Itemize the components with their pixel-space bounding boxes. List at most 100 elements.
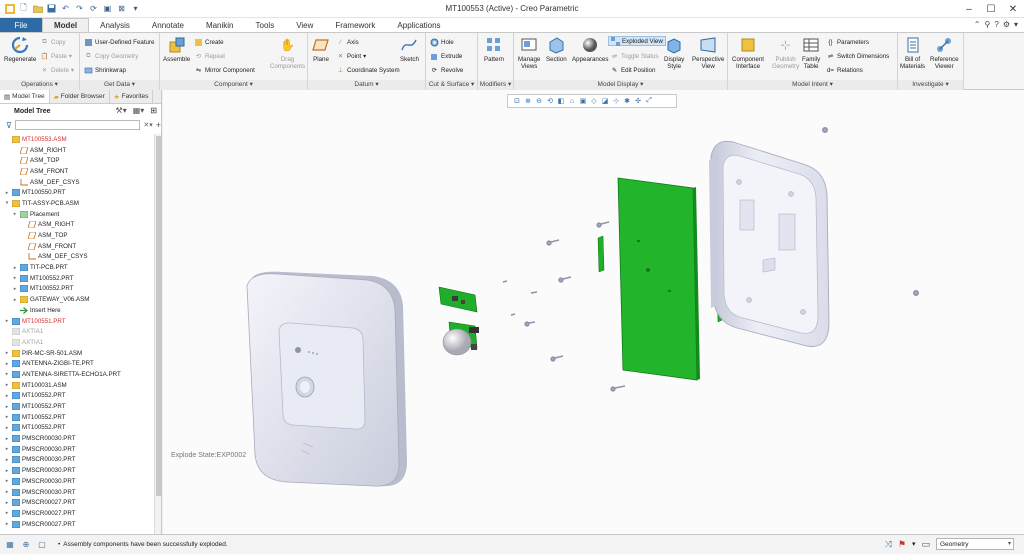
selection-dropdown-icon[interactable]: ▾: [912, 540, 916, 548]
create-button[interactable]: Create: [194, 37, 224, 47]
maximize-icon[interactable]: ☐: [980, 0, 1002, 18]
pattern-button[interactable]: Pattern: [484, 36, 504, 63]
navigator-toggle-icon[interactable]: ▦: [4, 539, 16, 551]
pir-sensor[interactable]: [442, 321, 479, 356]
perspective-view-button[interactable]: Perspective View: [692, 36, 724, 70]
publish-geometry-button[interactable]: ⊹ Publish Geometry: [772, 36, 799, 71]
tree-node[interactable]: ▸ MT100552.PRT: [0, 423, 154, 434]
expand-toggle-icon[interactable]: ▸: [4, 457, 10, 463]
tree-node[interactable]: ASM_DEF_CSYS: [0, 252, 154, 263]
expand-toggle-icon[interactable]: ▸: [4, 382, 10, 388]
search-icon[interactable]: ⚲: [985, 20, 991, 29]
close-window-icon[interactable]: ⊠: [116, 3, 127, 14]
main-pcb[interactable]: [617, 177, 700, 381]
tree-node[interactable]: AXTIA1: [0, 326, 154, 337]
tree-node[interactable]: ASM_RIGHT: [0, 145, 154, 156]
paste-button[interactable]: 📋 Paste ▾: [40, 51, 72, 61]
expand-toggle-icon[interactable]: ▸: [4, 489, 10, 495]
sketch-button[interactable]: Sketch: [400, 36, 419, 63]
tree-node[interactable]: AXTIA1: [0, 337, 154, 348]
expand-toggle-icon[interactable]: ▸: [4, 371, 10, 377]
redo-icon[interactable]: ↷: [74, 3, 85, 14]
tree-node[interactable]: ▸ PMSCR00030.PRT: [0, 487, 154, 498]
udf-button[interactable]: User-Defined Feature: [84, 37, 155, 47]
group-label-get-data[interactable]: Get Data ▾: [80, 80, 159, 90]
expand-toggle-icon[interactable]: ▸: [4, 361, 10, 367]
expand-toggle-icon[interactable]: ▸: [12, 297, 18, 303]
tree-node[interactable]: ASM_TOP: [0, 230, 154, 241]
display-style-button[interactable]: Display Style: [664, 36, 684, 70]
add-filter-icon[interactable]: +: [156, 120, 161, 130]
tab-model-tree[interactable]: ▤ Model Tree: [0, 90, 50, 103]
tab-framework[interactable]: Framework: [324, 18, 386, 32]
tree-scrollbar[interactable]: [154, 134, 161, 534]
tree-node[interactable]: MT100553.ASM: [0, 134, 154, 145]
appearances-button[interactable]: Appearances: [572, 36, 608, 63]
tree-node[interactable]: ASM_TOP: [0, 155, 154, 166]
tab-manikin[interactable]: Manikin: [195, 18, 245, 32]
manage-views-button[interactable]: Manage Views: [518, 36, 540, 70]
extrude-button[interactable]: Extrude: [430, 51, 462, 61]
drag-components-button[interactable]: ✋ Drag Components: [270, 36, 305, 71]
tree-columns-icon[interactable]: ▦▾: [133, 106, 145, 115]
tab-applications[interactable]: Applications: [386, 18, 451, 32]
save-icon[interactable]: [46, 3, 57, 14]
switch-dimensions-button[interactable]: ⇌ Switch Dimensions: [826, 51, 889, 61]
family-table-button[interactable]: Family Table: [802, 36, 820, 70]
group-label-operations[interactable]: Operations ▾: [0, 80, 79, 90]
tree-node[interactable]: ▸ PMSCR00030.PRT: [0, 465, 154, 476]
sensor-board[interactable]: [438, 286, 478, 313]
expand-toggle-icon[interactable]: ▸: [4, 468, 10, 474]
tree-node[interactable]: ▸ ANTENNA-ZIGBI-TE.PRT: [0, 358, 154, 369]
toggle-status-button[interactable]: ⇄ Toggle Status: [610, 51, 659, 61]
plane-button[interactable]: Plane: [312, 36, 330, 63]
bill-of-materials-button[interactable]: Bill of Materials: [900, 36, 925, 70]
group-label-model-display[interactable]: Model Display ▾: [514, 80, 727, 90]
settings-icon[interactable]: ⚙: [1003, 20, 1010, 29]
expand-toggle-icon[interactable]: ▸: [4, 404, 10, 410]
tree-node[interactable]: ▸ MT100551.PRT: [0, 316, 154, 327]
delete-button[interactable]: ✕ Delete ▾: [40, 65, 74, 75]
tree-node[interactable]: ASM_FRONT: [0, 166, 154, 177]
expand-toggle-icon[interactable]: ▸: [4, 414, 10, 420]
graphics-window[interactable]: ⊡ ⊕ ⊖ ⟲ ◧ ⌂ ▣ ◇ ◪ ⊹ ✱ ✣ ⤢ Explode State:…: [163, 90, 1024, 534]
filter-funnel-icon[interactable]: ⊽: [6, 121, 12, 130]
back-housing[interactable]: [709, 140, 830, 347]
selected-items-icon[interactable]: ▭: [921, 539, 930, 550]
windows-icon[interactable]: ▣: [102, 3, 113, 14]
full-screen-icon[interactable]: ▢: [36, 539, 48, 551]
tree-show-icon[interactable]: ⊞: [150, 106, 157, 115]
repeat-button[interactable]: ⟲ Repeat: [194, 51, 225, 61]
tree-node[interactable]: Insert Here: [0, 305, 154, 316]
regenerate-button[interactable]: Regenerate: [4, 36, 36, 63]
point-button[interactable]: ✕ Point ▾: [336, 51, 366, 61]
tree-node[interactable]: ASM_RIGHT: [0, 220, 154, 231]
tree-node[interactable]: ▸ PMSCR00027.PRT: [0, 508, 154, 519]
expand-toggle-icon[interactable]: ▸: [4, 478, 10, 484]
group-label-investigate[interactable]: Investigate ▾: [898, 80, 963, 90]
tree-node[interactable]: ▸ MT100031.ASM: [0, 380, 154, 391]
tree-node[interactable]: ▸ PMSCR00030.PRT: [0, 433, 154, 444]
tab-file[interactable]: File: [0, 18, 42, 32]
parameters-button[interactable]: {} Parameters: [826, 37, 869, 47]
revolve-button[interactable]: ⟳ Revolve: [430, 65, 463, 75]
tree-node[interactable]: ASM_FRONT: [0, 241, 154, 252]
shrinkwrap-button[interactable]: Shrinkwrap: [84, 65, 126, 75]
mirror-component-button[interactable]: ⇋ Mirror Component: [194, 65, 255, 75]
expand-toggle-icon[interactable]: ▸: [12, 286, 18, 292]
expand-toggle-icon[interactable]: ▸: [4, 318, 10, 324]
coordinate-system-button[interactable]: ⊥ Coordinate System: [336, 65, 400, 75]
tree-node[interactable]: ▸ MT100552.PRT: [0, 401, 154, 412]
tree-node[interactable]: ▾ TIT-ASSY-PCB.ASM: [0, 198, 154, 209]
tree-node[interactable]: ASM_DEF_CSYS: [0, 177, 154, 188]
tree-node[interactable]: ▸ MT100552.PRT: [0, 273, 154, 284]
tab-annotate[interactable]: Annotate: [141, 18, 195, 32]
app-logo-icon[interactable]: [4, 3, 15, 14]
expand-toggle-icon[interactable]: ▸: [12, 211, 18, 217]
tree-node[interactable]: ▸ PMSCR00027.PRT: [0, 519, 154, 530]
help-icon[interactable]: ?: [994, 20, 998, 29]
close-icon[interactable]: ✕: [1002, 0, 1024, 18]
tree-node[interactable]: ▸ MT100552.PRT: [0, 284, 154, 295]
group-label-modifiers[interactable]: Modifiers ▾: [478, 80, 513, 90]
tree-node[interactable]: ▸ MT100550.PRT: [0, 187, 154, 198]
